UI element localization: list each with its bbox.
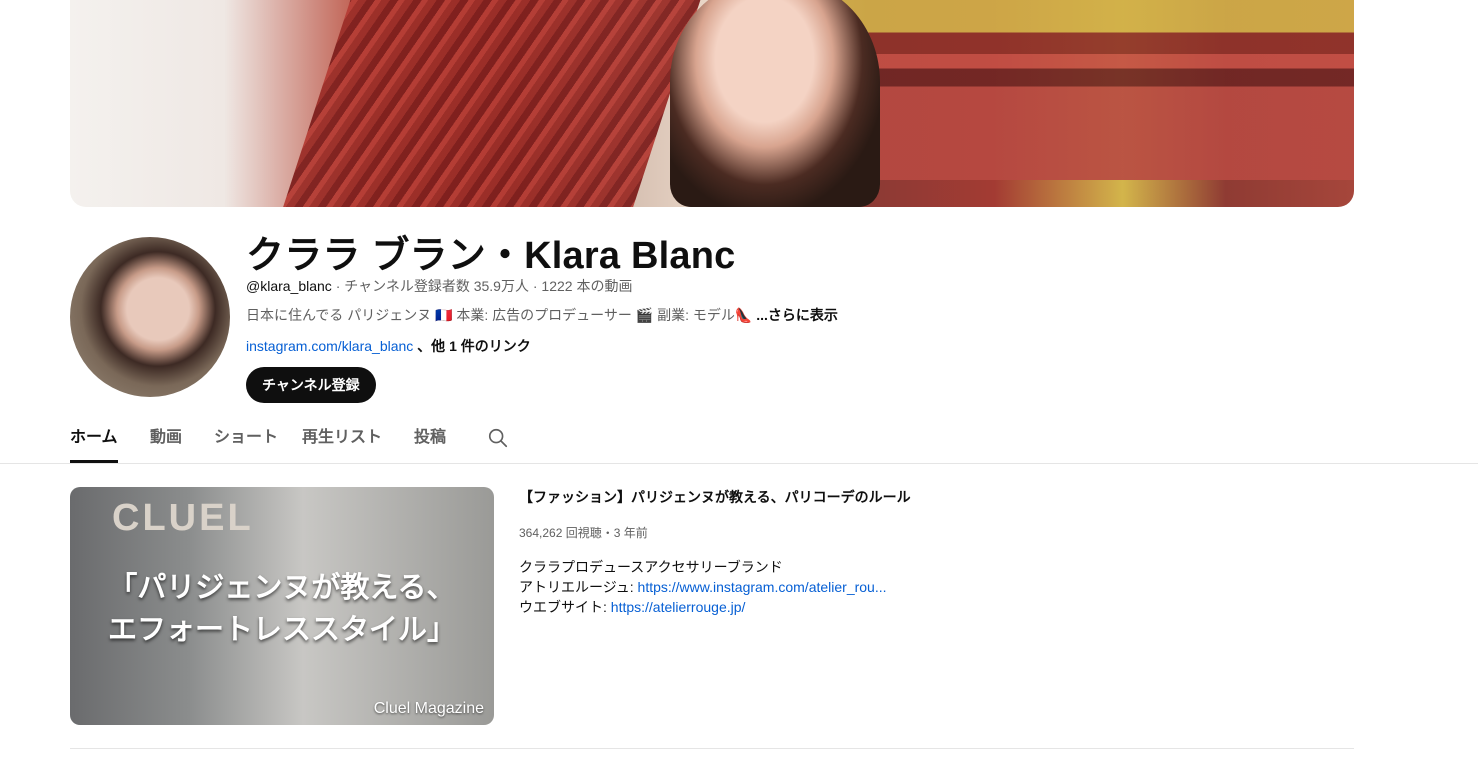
search-icon[interactable] [487,427,509,449]
instagram-atelier-link[interactable]: https://www.instagram.com/atelier_rou... [638,579,887,595]
more-link[interactable]: ...さらに表示 [752,307,838,323]
video-title[interactable]: 【ファッション】パリジェンヌが教える、パリコーデのルール [519,487,911,507]
tab-home[interactable]: ホーム [70,418,118,463]
video-meta: 364,262 回視聴・3 年前 [519,526,648,540]
section-divider [70,748,1354,749]
channel-description: 日本に住んでる パリジェンヌ 🇫🇷 本業: 広告のプロデューサー 🎬 副業: モ… [246,305,838,325]
video-thumbnail[interactable]: CLUEL 「パリジェンヌが教える、 エフォートレススタイル」 Cluel Ma… [70,487,494,725]
channel-meta: @klara_blanc · チャンネル登録者数 35.9万人 · 1222 本… [246,276,632,296]
channel-tabs: ホーム 動画 ショート 再生リスト 投稿 [0,418,1478,464]
channel-handle: @klara_blanc [246,278,332,294]
tab-videos[interactable]: 動画 [150,418,182,460]
desc-label-atelier: アトリエルージュ: [519,579,638,595]
channel-description-text: 日本に住んでる パリジェンヌ 🇫🇷 本業: 広告のプロデューサー 🎬 副業: モ… [246,307,753,323]
thumbnail-caption: 「パリジェンヌが教える、 エフォートレススタイル」 [70,567,494,651]
video-desc-line2: アトリエルージュ: https://www.instagram.com/atel… [519,577,887,597]
other-links[interactable]: 、他 1 件のリンク [413,338,531,354]
thumbnail-logo: CLUEL [112,497,254,539]
video-desc-line3: ウエブサイト: https://atelierrouge.jp/ [519,597,887,617]
instagram-link[interactable]: instagram.com/klara_blanc [246,338,413,354]
channel-stats: · チャンネル登録者数 35.9万人 · 1222 本の動画 [331,278,633,294]
thumbnail-brand: Cluel Magazine [373,700,484,717]
subscribe-button[interactable]: チャンネル登録 [246,367,376,403]
channel-avatar[interactable] [70,237,230,397]
channel-title: クララ ブラン・Klara Blanc [246,235,736,277]
tab-shorts[interactable]: ショート [214,418,278,460]
banner-face [670,0,880,207]
thumbnail-caption-line1: 「パリジェンヌが教える、 [108,572,456,604]
website-link[interactable]: https://atelierrouge.jp/ [611,599,746,615]
video-description: クララプロデュースアクセサリーブランド アトリエルージュ: https://ww… [519,557,887,617]
tab-playlists[interactable]: 再生リスト [302,418,382,460]
desc-label-website: ウエブサイト: [519,599,611,615]
tab-posts[interactable]: 投稿 [414,418,446,460]
thumbnail-caption-line2: エフォートレススタイル」 [107,614,456,646]
banner-roof [283,0,707,207]
channel-links: instagram.com/klara_blanc 、他 1 件のリンク [246,336,531,356]
channel-banner [70,0,1354,207]
video-desc-line1: クララプロデュースアクセサリーブランド [519,559,783,575]
